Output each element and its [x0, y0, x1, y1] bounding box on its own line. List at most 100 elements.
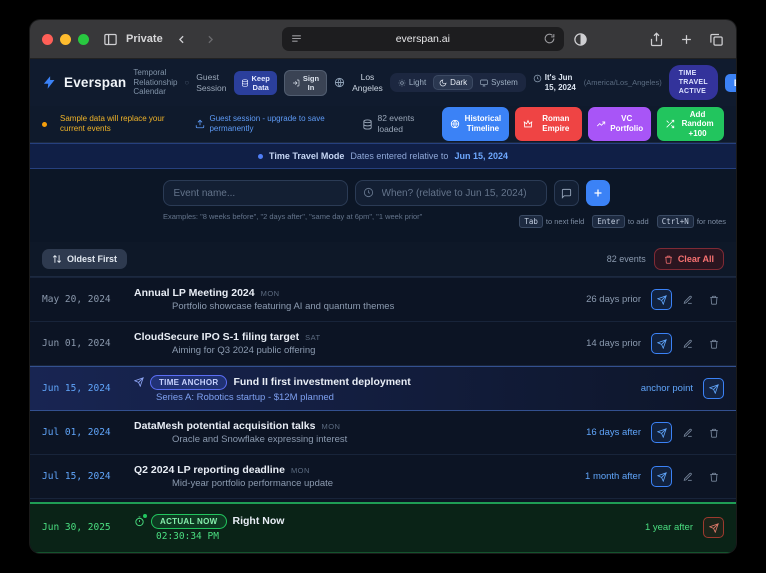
event-actions: 1 year after	[645, 517, 724, 538]
crown-icon	[523, 119, 533, 129]
event-content: Q2 2024 LP reporting deadlineMONMid-year…	[134, 464, 585, 489]
set-anchor-button[interactable]	[703, 378, 724, 399]
event-actions: 1 month after	[585, 466, 724, 487]
sort-arrows-icon	[52, 254, 62, 264]
add-event-button[interactable]	[586, 180, 610, 206]
send-icon	[657, 472, 667, 482]
forward-button[interactable]	[200, 33, 221, 46]
keep-data-label: Keep Data	[252, 74, 270, 92]
theme-option-system[interactable]: System	[474, 75, 524, 90]
timezone-label: (America/Los_Angeles)	[584, 78, 662, 87]
relative-time-label: 26 days prior	[586, 294, 641, 305]
event-title: Q2 2024 LP reporting deadline	[134, 464, 285, 476]
set-anchor-button[interactable]	[651, 422, 672, 443]
events-loaded-label: 82 events loaded	[377, 113, 429, 135]
event-row[interactable]: May 20, 2024Annual LP Meeting 2024MONPor…	[30, 278, 736, 322]
theme-option-dark[interactable]: Dark	[433, 75, 473, 90]
event-subtitle: Portfolio showcase featuring AI and quan…	[134, 301, 586, 312]
set-anchor-button[interactable]	[703, 517, 724, 538]
login-icon	[292, 79, 300, 87]
list-toolbar: Oldest First 82 events Clear All	[30, 242, 736, 277]
zoom-window-button[interactable]	[78, 34, 89, 45]
notes-button[interactable]	[554, 180, 579, 206]
event-title: Annual LP Meeting 2024	[134, 287, 255, 299]
back-button[interactable]	[171, 33, 192, 46]
preset-button-label: VC Portfolio	[610, 114, 643, 133]
sort-order-button[interactable]: Oldest First	[42, 249, 127, 269]
shield-icon[interactable]	[573, 32, 588, 47]
clear-all-button[interactable]: Clear All	[654, 248, 724, 270]
shortcut-label: to add	[628, 217, 649, 226]
historical-timeline-button[interactable]: Historical Timeline	[442, 107, 509, 142]
sidebar-toggle-icon[interactable]	[103, 32, 118, 47]
preset-button-label: Add Random +100	[679, 110, 716, 139]
event-content: Annual LP Meeting 2024MONPortfolio showc…	[134, 287, 586, 312]
exit-time-travel-button[interactable]: Exit	[725, 74, 736, 92]
vc-portfolio-button[interactable]: VC Portfolio	[588, 107, 651, 142]
browser-toolbar: Private everspan.ai	[30, 20, 736, 59]
preset-buttons: Historical TimelineRoman Empire VC Portfo…	[442, 107, 724, 142]
event-subtitle: Mid-year portfolio performance update	[134, 478, 585, 489]
event-content: ACTUAL NOWRight Now02:30:34 PM	[134, 514, 645, 542]
set-anchor-button[interactable]	[651, 333, 672, 354]
events-loaded-status: 82 events loaded	[362, 113, 429, 135]
time-travel-active-badge: TIME TRAVEL ACTIVE	[669, 65, 718, 100]
keep-data-button[interactable]: Keep Data	[234, 71, 277, 95]
event-content: CloudSecure IPO S-1 filing targetSATAimi…	[134, 331, 586, 356]
event-name-input[interactable]	[163, 180, 348, 206]
edit-event-button[interactable]	[677, 289, 698, 310]
set-anchor-button[interactable]	[651, 289, 672, 310]
share-icon[interactable]	[649, 32, 664, 47]
event-row[interactable]: Jun 15, 2024TIME ANCHORFund II first inv…	[30, 366, 736, 411]
delete-event-button[interactable]	[703, 289, 724, 310]
minimize-window-button[interactable]	[60, 34, 71, 45]
url-text: everspan.ai	[396, 33, 450, 45]
app-name: Everspan	[64, 75, 126, 90]
guest-upgrade-label: Guest session - upgrade to save permanen…	[209, 114, 349, 135]
location-label[interactable]: Los Angeles	[352, 72, 383, 93]
event-row[interactable]: Jul 01, 2024DataMesh potential acquisiti…	[30, 411, 736, 455]
new-tab-icon[interactable]	[679, 32, 694, 47]
sign-in-button[interactable]: Sign In	[284, 70, 327, 96]
globe-icon	[450, 119, 460, 129]
add-random-100-button[interactable]: Add Random +100	[657, 107, 724, 142]
tab-overview-icon[interactable]	[709, 32, 724, 47]
banner-relative-date: Jun 15, 2024	[454, 151, 508, 161]
event-row[interactable]: Jun 01, 2024CloudSecure IPO S-1 filing t…	[30, 322, 736, 366]
theme-option-label: Dark	[450, 78, 467, 87]
guest-upgrade-link[interactable]: Guest session - upgrade to save permanen…	[195, 114, 349, 135]
mode-dot-icon	[258, 154, 263, 159]
sun-icon	[398, 79, 406, 87]
set-anchor-button[interactable]	[651, 466, 672, 487]
edit-event-button[interactable]	[677, 422, 698, 443]
event-when-input[interactable]	[355, 180, 547, 206]
theme-option-label: Light	[409, 78, 426, 87]
window-controls	[42, 34, 89, 45]
trash-icon	[709, 472, 719, 482]
kbd-key: Ctrl+N	[657, 215, 694, 228]
roman-empire-button[interactable]: Roman Empire	[515, 107, 582, 142]
event-row[interactable]: Jul 15, 2024Q2 2024 LP reporting deadlin…	[30, 455, 736, 499]
edit-event-button[interactable]	[677, 466, 698, 487]
event-subtitle: Aiming for Q3 2024 public offering	[134, 345, 586, 356]
browser-window: Private everspan.ai	[30, 20, 736, 553]
edit-event-button[interactable]	[677, 333, 698, 354]
event-subtitle: Series A: Robotics startup - $12M planne…	[134, 392, 641, 403]
event-actions: 14 days prior	[586, 333, 724, 354]
delete-event-button[interactable]	[703, 333, 724, 354]
event-actions: 26 days prior	[586, 289, 724, 310]
event-date: Jun 01, 2024	[42, 338, 134, 349]
event-date: May 20, 2024	[42, 294, 134, 305]
reload-icon[interactable]	[543, 32, 556, 45]
globe-icon	[334, 77, 345, 88]
close-window-button[interactable]	[42, 34, 53, 45]
delete-event-button[interactable]	[703, 466, 724, 487]
theme-option-light[interactable]: Light	[392, 75, 432, 90]
trash-icon	[709, 339, 719, 349]
address-bar[interactable]: everspan.ai	[282, 27, 564, 51]
event-actions: 16 days after	[586, 422, 724, 443]
event-row[interactable]: Jun 30, 2025ACTUAL NOWRight Now02:30:34 …	[30, 502, 736, 553]
reader-icon[interactable]	[290, 32, 303, 45]
delete-event-button[interactable]	[703, 422, 724, 443]
relative-time-label: 14 days prior	[586, 338, 641, 349]
